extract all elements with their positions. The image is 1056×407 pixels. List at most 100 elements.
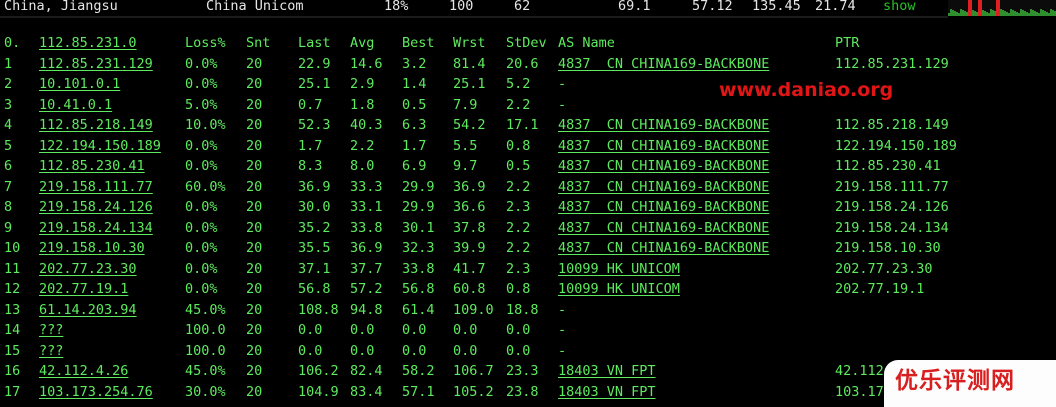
hop-loss: 0.0% — [185, 240, 218, 256]
hop-as-name[interactable]: 4837 CN CHINA169-BACKBONE — [558, 156, 769, 176]
sparkline-bar — [1022, 10, 1024, 16]
hop-as-name[interactable]: 4837 CN CHINA169-BACKBONE — [558, 177, 769, 197]
status-avg: 69.1 — [618, 0, 651, 14]
hop-as-name[interactable]: 18403 VN FPT — [558, 361, 656, 381]
hop-best: 1.7 — [402, 137, 427, 154]
hop-ptr: 219.158.24.126 — [835, 199, 949, 215]
sparkline-bar — [954, 11, 956, 16]
col-last: Last — [298, 35, 331, 51]
hop-snt: 20 — [246, 117, 263, 133]
col-loss: Loss% — [185, 35, 226, 51]
hop-loss: 100.0 — [185, 342, 226, 359]
hop-best: 0.0 — [402, 322, 427, 338]
hop-ptr: 112.85.218.149 — [835, 117, 949, 133]
hop-last: 36.9 — [298, 178, 331, 195]
hop-avg: 94.8 — [350, 301, 383, 318]
col-hop: 0. — [4, 35, 21, 51]
hop-as-name[interactable]: 4837 CN CHINA169-BACKBONE — [558, 136, 769, 156]
hop-number: 4 — [4, 117, 13, 133]
hop-as-name[interactable]: 10099 HK UNICOM — [558, 259, 680, 279]
sparkline-bar — [1008, 13, 1010, 16]
hop-number: 15 — [4, 342, 21, 359]
hop-stdev: 20.6 — [506, 55, 539, 72]
hop-host[interactable]: 10.101.0.1 — [39, 74, 120, 94]
hop-last: 104.9 — [298, 383, 339, 400]
hop-as-name[interactable]: 18403 VN FPT — [558, 382, 656, 402]
hop-snt: 20 — [246, 363, 263, 379]
hop-best: 32.3 — [402, 240, 435, 256]
hop-host[interactable]: 10.41.0.1 — [39, 95, 112, 115]
col-target-host[interactable]: 112.85.231.0 — [39, 33, 137, 53]
sparkline-bar — [1040, 9, 1042, 16]
hop-last: 30.0 — [298, 199, 331, 215]
hop-host[interactable]: 202.77.19.1 — [39, 279, 128, 299]
hop-host[interactable]: 103.173.254.76 — [39, 382, 153, 402]
status-sent: 100 — [449, 0, 474, 14]
hop-host[interactable]: ??? — [39, 341, 63, 361]
hop-as-name[interactable]: 4837 CN CHINA169-BACKBONE — [558, 197, 769, 217]
sparkline-bar — [1034, 11, 1036, 16]
hop-host[interactable]: 61.14.203.94 — [39, 300, 137, 320]
sparkline-bar — [1000, 9, 1002, 16]
hop-number: 3 — [4, 96, 13, 113]
hop-host[interactable]: 219.158.10.30 — [39, 238, 145, 258]
hop-snt: 20 — [246, 240, 263, 256]
hop-host[interactable]: 112.85.218.149 — [39, 115, 153, 135]
hop-host[interactable]: 122.194.150.189 — [39, 136, 161, 156]
hop-host[interactable]: 112.85.230.41 — [39, 156, 145, 176]
hop-ptr: 122.194.150.189 — [835, 137, 957, 154]
hop-as-name: - — [558, 342, 567, 359]
sparkline-bar — [1026, 12, 1028, 16]
sparkline-bar — [1038, 13, 1040, 16]
status-best: 57.12 — [692, 0, 733, 14]
hop-loss: 30.0% — [185, 383, 226, 400]
hop-stdev: 23.3 — [506, 363, 539, 379]
hop-snt: 20 — [246, 178, 263, 195]
site-watermark: www.daniao.org — [719, 79, 894, 101]
hop-snt: 20 — [246, 199, 263, 215]
hop-snt: 20 — [246, 383, 263, 400]
hop-wrst: 7.9 — [453, 96, 478, 113]
sparkline-bar — [1024, 11, 1026, 16]
sparkline-bar — [1028, 13, 1030, 16]
sparkline-bar — [966, 12, 968, 16]
hop-wrst: 5.5 — [453, 137, 478, 154]
sparkline-bar — [1012, 10, 1014, 16]
hop-wrst: 37.8 — [453, 219, 486, 236]
hop-number: 16 — [4, 363, 21, 379]
col-snt: Snt — [246, 35, 271, 51]
hop-host[interactable]: 42.112.4.26 — [39, 361, 128, 381]
hop-ptr: 103.17 — [835, 383, 884, 400]
hop-as-name[interactable]: 4837 CN CHINA169-BACKBONE — [558, 218, 769, 238]
sparkline-bar — [1044, 11, 1046, 16]
hop-last: 0.0 — [298, 322, 323, 338]
hop-last: 1.7 — [298, 137, 323, 154]
hop-avg: 1.8 — [350, 96, 375, 113]
hop-as-name[interactable]: 4837 CN CHINA169-BACKBONE — [558, 238, 769, 258]
hop-as-name[interactable]: 4837 CN CHINA169-BACKBONE — [558, 54, 769, 74]
status-separator — [0, 16, 948, 18]
hop-snt: 20 — [246, 281, 263, 297]
hop-stdev: 2.3 — [506, 260, 531, 277]
hop-host[interactable]: 112.85.231.129 — [39, 54, 153, 74]
show-link[interactable]: show — [883, 0, 916, 16]
status-bar: China, Jiangsu China Unicom 18% 100 62 6… — [0, 0, 1056, 16]
sparkline-bar — [968, 0, 970, 16]
hop-number: 12 — [4, 281, 21, 297]
hop-avg: 14.6 — [350, 55, 383, 72]
hop-host[interactable]: ??? — [39, 320, 63, 340]
hop-snt: 20 — [246, 55, 263, 72]
hop-stdev: 2.2 — [506, 96, 531, 113]
hop-number: 7 — [4, 178, 13, 195]
sparkline-bar — [952, 10, 954, 16]
hop-host[interactable]: 219.158.111.77 — [39, 177, 153, 197]
hop-best: 0.0 — [402, 342, 427, 359]
hop-host[interactable]: 219.158.24.134 — [39, 218, 153, 238]
hop-host[interactable]: 202.77.23.30 — [39, 259, 137, 279]
hop-best: 61.4 — [402, 301, 435, 318]
hop-as-name[interactable]: 4837 CN CHINA169-BACKBONE — [558, 115, 769, 135]
hop-host[interactable]: 219.158.24.126 — [39, 197, 153, 217]
status-location: China, Jiangsu — [4, 0, 118, 14]
hop-as-name[interactable]: 10099 HK UNICOM — [558, 279, 680, 299]
hop-stdev: 2.3 — [506, 199, 531, 215]
